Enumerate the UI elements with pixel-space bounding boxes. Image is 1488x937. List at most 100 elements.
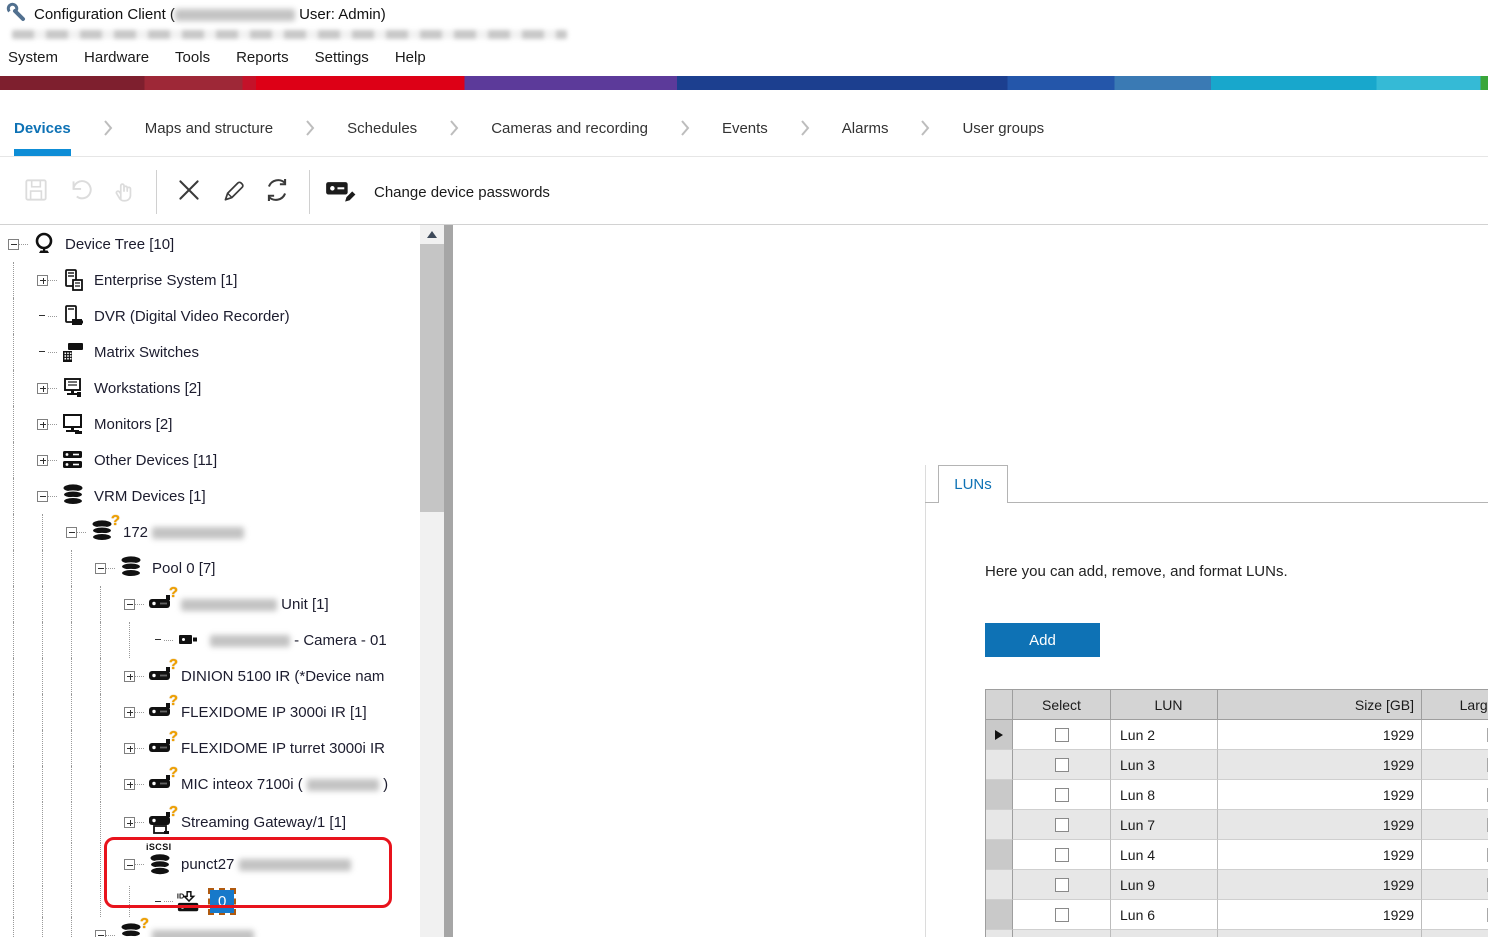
expand-icon[interactable] xyxy=(124,707,135,718)
collapse-icon[interactable] xyxy=(37,491,48,502)
tree-item[interactable]: ?FLEXIDOME IP 3000i IR [1] xyxy=(0,694,420,730)
select-cell xyxy=(1013,930,1111,937)
lun-name-cell: Lun 6 xyxy=(1111,900,1218,930)
menu-settings[interactable]: Settings xyxy=(315,49,369,66)
select-checkbox[interactable] xyxy=(1055,908,1069,922)
tree-item[interactable]: ID0 xyxy=(0,886,420,917)
select-checkbox[interactable] xyxy=(1055,878,1069,892)
tree-item[interactable]: ?172 xyxy=(0,514,420,550)
nav-tab-schedules[interactable]: Schedules xyxy=(333,100,431,156)
menu-system[interactable]: System xyxy=(8,49,58,66)
change-passwords-button[interactable] xyxy=(320,170,364,214)
lun-row[interactable]: Lun 81929Formatted100% xyxy=(986,780,1488,810)
collapse-icon[interactable] xyxy=(66,527,77,538)
large-lun-cell xyxy=(1422,750,1488,780)
tab-luns[interactable]: LUNs xyxy=(938,465,1008,503)
tree-item[interactable]: Device Tree [10] xyxy=(0,226,420,262)
lun-row[interactable]: Lun 41929Formatted100% xyxy=(986,840,1488,870)
nav-tab-maps-and-structure[interactable]: Maps and structure xyxy=(131,100,287,156)
scroll-up-button[interactable] xyxy=(420,225,444,244)
lun-row[interactable]: Lun 61929Formatted100% xyxy=(986,900,1488,930)
tree-connector xyxy=(164,901,173,902)
tree-item[interactable]: DVR (Digital Video Recorder) xyxy=(0,298,420,334)
collapse-icon[interactable] xyxy=(95,930,106,937)
row-header-cell[interactable] xyxy=(986,840,1013,870)
collapse-icon[interactable] xyxy=(95,563,106,574)
collapse-icon[interactable] xyxy=(8,239,19,250)
expand-icon[interactable] xyxy=(37,383,48,394)
row-header-cell[interactable] xyxy=(986,750,1013,780)
tree-item[interactable]: ?FLEXIDOME IP turret 3000i IR xyxy=(0,730,420,766)
tree-label-text: Matrix Switches xyxy=(94,344,199,361)
tree-item[interactable]: - Camera - 01 xyxy=(0,622,420,658)
collapse-icon[interactable] xyxy=(124,859,135,870)
expand-icon[interactable] xyxy=(124,743,135,754)
tree-item[interactable]: Pool 0 [7] xyxy=(0,550,420,586)
save-button xyxy=(14,170,58,214)
column-header-size-gb-[interactable]: Size [GB] xyxy=(1218,690,1422,720)
lun-size-cell: 1929 xyxy=(1218,900,1422,930)
lun-row[interactable]: Lun 91929Formatted100% xyxy=(986,870,1488,900)
lun-row[interactable]: Lun 21929Formatted100% xyxy=(986,720,1488,750)
tree-item[interactable]: Workstations [2] xyxy=(0,370,420,406)
expand-icon[interactable] xyxy=(37,455,48,466)
menu-reports[interactable]: Reports xyxy=(236,49,289,66)
select-checkbox[interactable] xyxy=(1055,758,1069,772)
select-checkbox[interactable] xyxy=(1055,818,1069,832)
row-header-cell[interactable] xyxy=(986,870,1013,900)
column-header-select[interactable]: Select xyxy=(1013,690,1111,720)
nav-tab-devices[interactable]: Devices xyxy=(0,100,85,156)
row-header-cell[interactable] xyxy=(986,720,1013,750)
select-checkbox[interactable] xyxy=(1055,848,1069,862)
tree-item[interactable]: ? Unit [1] xyxy=(0,586,420,622)
panel-splitter[interactable] xyxy=(444,225,453,937)
pill-icon: ? xyxy=(147,591,173,617)
expand-icon[interactable] xyxy=(37,419,48,430)
tree-scrollbar[interactable] xyxy=(420,225,444,937)
tree-item-label: Streaming Gateway/1 [1] xyxy=(181,814,346,831)
tree-item[interactable]: ? xyxy=(0,917,420,937)
expand-icon[interactable] xyxy=(37,275,48,286)
tree-label-text: FLEXIDOME IP 3000i IR [1] xyxy=(181,704,367,721)
nav-tab-user-groups[interactable]: User groups xyxy=(948,100,1058,156)
row-header-cell[interactable] xyxy=(986,900,1013,930)
tree-item[interactable]: VRM Devices [1] xyxy=(0,478,420,514)
tree-item[interactable]: Enterprise System [1] xyxy=(0,262,420,298)
expand-icon[interactable] xyxy=(124,779,135,790)
row-header-cell[interactable] xyxy=(986,780,1013,810)
tree-item[interactable]: ?MIC inteox 7100i ( ) xyxy=(0,766,420,802)
delete-button[interactable] xyxy=(167,170,211,214)
selected-tree-node[interactable]: 0 xyxy=(210,890,234,913)
menu-hardware[interactable]: Hardware xyxy=(84,49,149,66)
nav-tab-alarms[interactable]: Alarms xyxy=(828,100,903,156)
refresh-button[interactable] xyxy=(255,170,299,214)
row-header-cell[interactable] xyxy=(986,810,1013,840)
row-header-cell[interactable] xyxy=(986,930,1013,937)
large-lun-cell xyxy=(1422,900,1488,930)
scrollbar-thumb[interactable] xyxy=(420,244,444,512)
nav-tab-cameras-and-recording[interactable]: Cameras and recording xyxy=(477,100,662,156)
menu-tools[interactable]: Tools xyxy=(175,49,210,66)
column-header-lun[interactable]: LUN xyxy=(1111,690,1218,720)
collapse-icon[interactable] xyxy=(124,599,135,610)
expand-icon[interactable] xyxy=(124,671,135,682)
select-checkbox[interactable] xyxy=(1055,788,1069,802)
select-checkbox[interactable] xyxy=(1055,728,1069,742)
expand-icon[interactable] xyxy=(124,817,135,828)
add-button[interactable]: Add xyxy=(985,623,1100,657)
tree-item[interactable]: Other Devices [11] xyxy=(0,442,420,478)
lun-row[interactable]: Lun 71929Formatted100% xyxy=(986,810,1488,840)
tree-item[interactable]: ?Streaming Gateway/1 [1] xyxy=(0,802,420,843)
tree-item[interactable]: iSCSIpunct27 xyxy=(0,843,420,886)
chevron-right-icon xyxy=(920,119,930,137)
lun-row[interactable]: Lun 01929Formatted100% xyxy=(986,930,1488,937)
lun-row[interactable]: Lun 31929Formatted100% xyxy=(986,750,1488,780)
tree-item[interactable]: Matrix Switches xyxy=(0,334,420,370)
tree-item[interactable]: ?DINION 5100 IR (*Device nam xyxy=(0,658,420,694)
nav-tab-events[interactable]: Events xyxy=(708,100,782,156)
menu-help[interactable]: Help xyxy=(395,49,426,66)
edit-button[interactable] xyxy=(211,170,255,214)
column-header-large-lun[interactable]: Large LUN xyxy=(1422,690,1488,720)
tree-item[interactable]: Monitors [2] xyxy=(0,406,420,442)
tree-connector xyxy=(106,935,115,936)
